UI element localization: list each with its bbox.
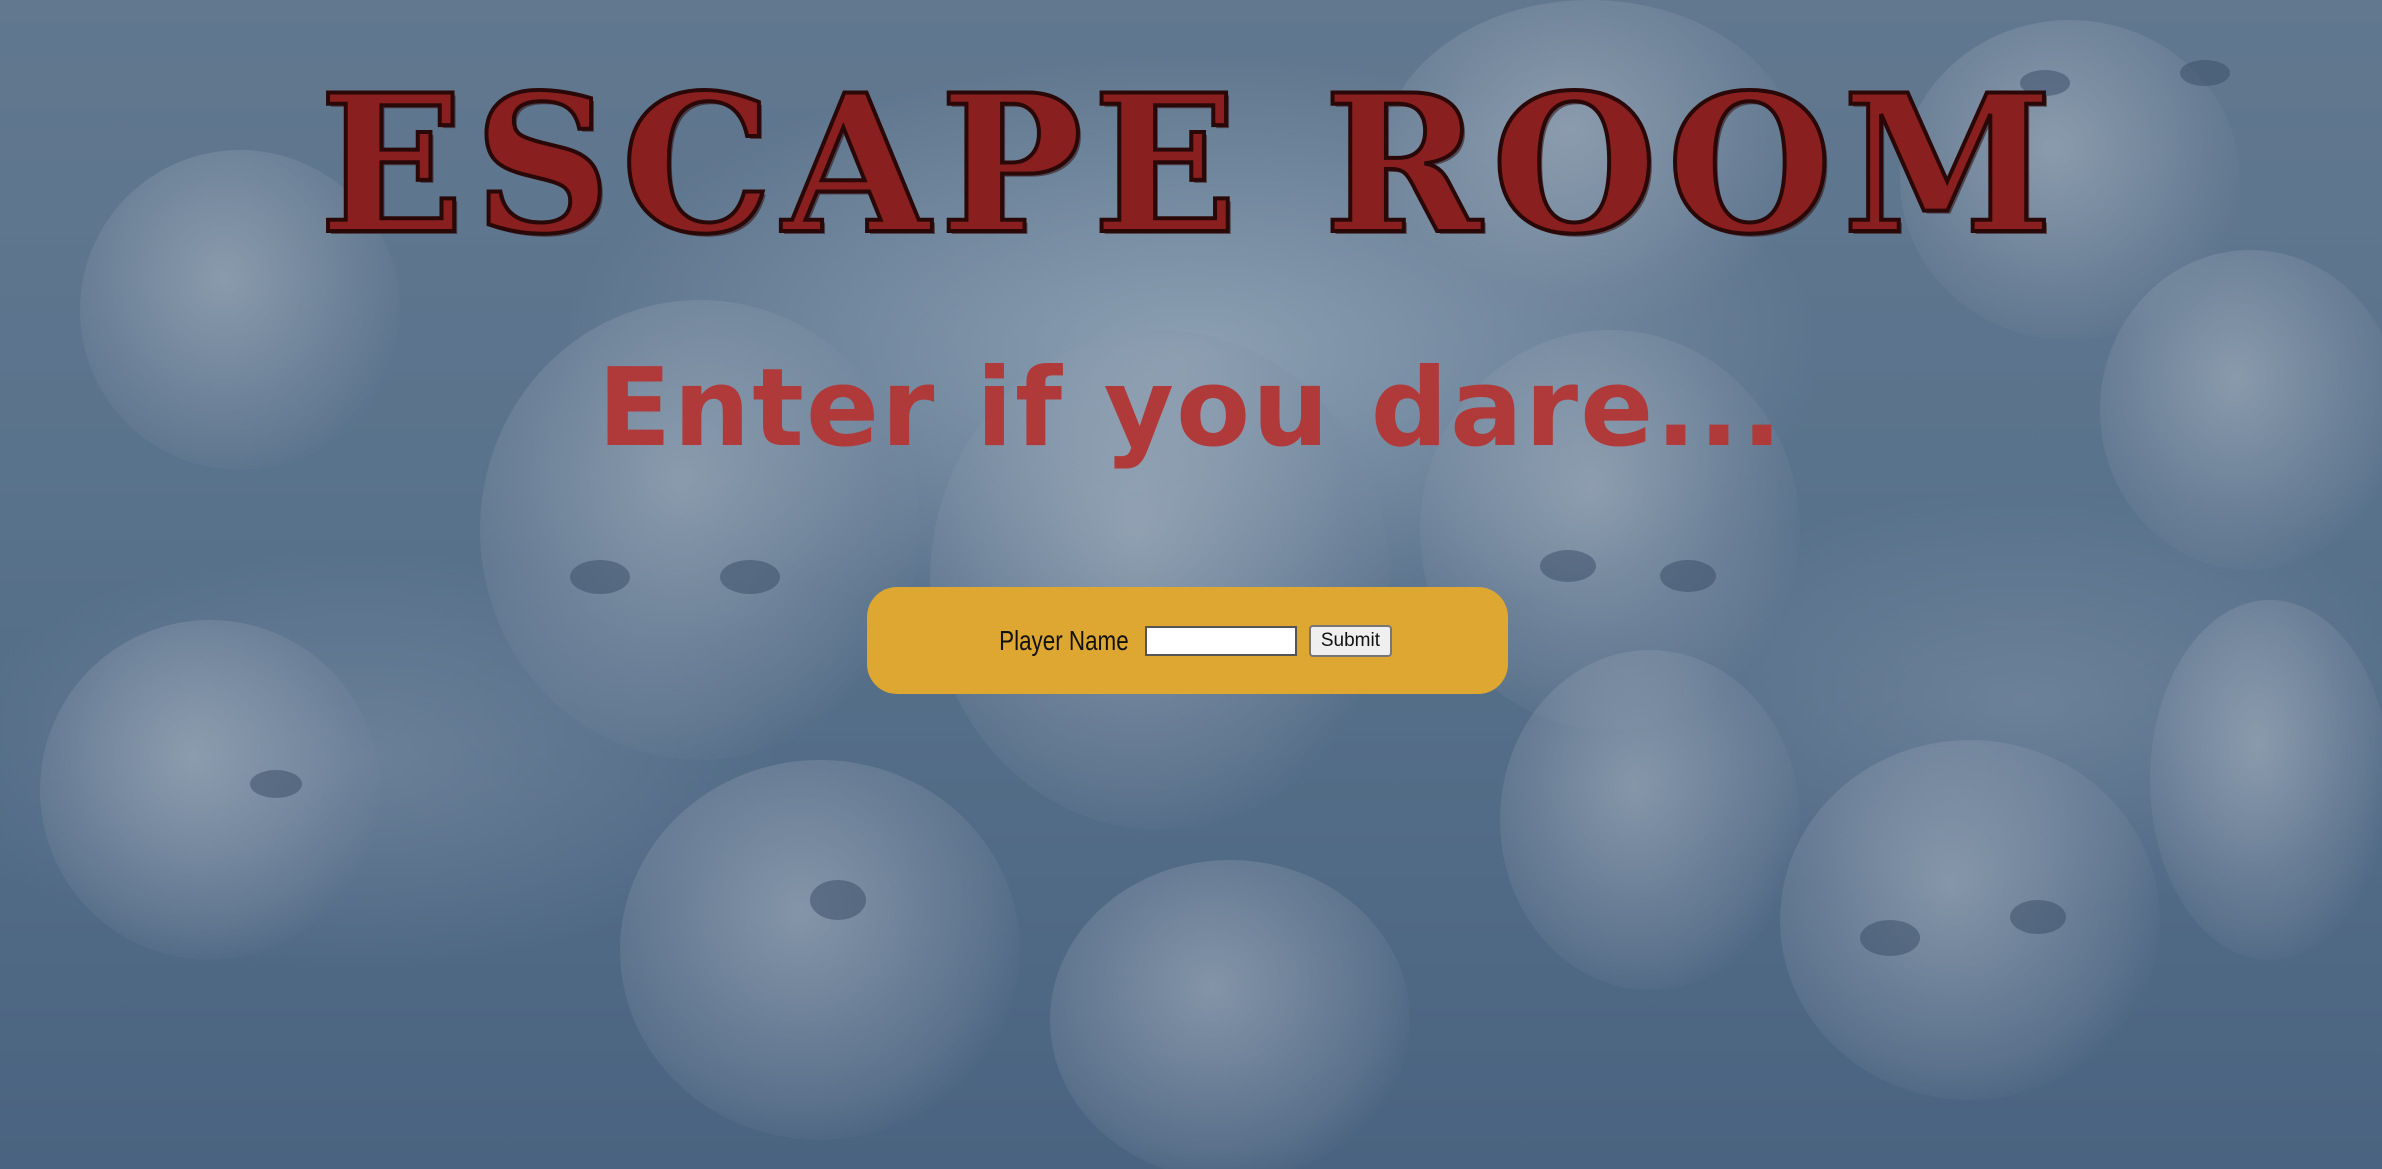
tagline: Enter if you dare... <box>597 346 1785 471</box>
player-name-label: Player Name <box>999 624 1129 656</box>
page-title: ESCAPE ROOM <box>317 53 2063 276</box>
player-form: Player Name Submit <box>867 587 1508 694</box>
player-name-input[interactable] <box>1144 625 1297 656</box>
submit-button[interactable]: Submit <box>1308 624 1392 657</box>
